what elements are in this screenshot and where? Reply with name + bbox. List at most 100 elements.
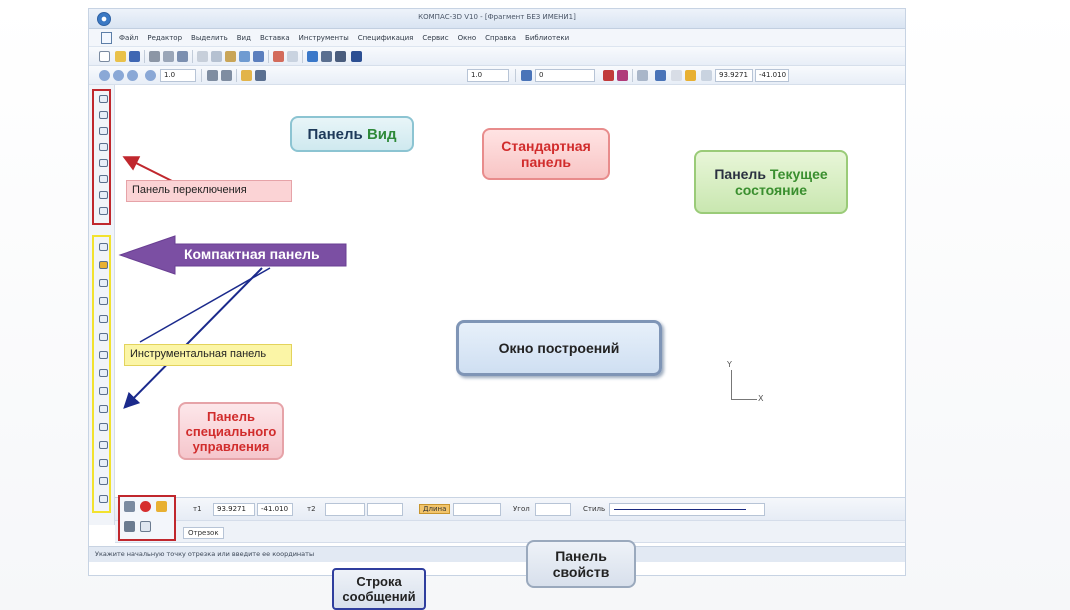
- cut-icon[interactable]: [197, 51, 208, 62]
- rectangle-tool-icon[interactable]: [99, 441, 108, 449]
- hatch-tool-icon[interactable]: [99, 477, 108, 485]
- menu-view[interactable]: Вид: [237, 34, 251, 42]
- t1-y-field[interactable]: -41.010: [257, 503, 293, 516]
- edit-tab-icon[interactable]: [99, 143, 108, 151]
- format-brush-icon[interactable]: [239, 51, 250, 62]
- print-icon[interactable]: [149, 51, 160, 62]
- angle-field[interactable]: [535, 503, 571, 516]
- polygon-tool-icon[interactable]: [99, 459, 108, 467]
- grid-view-icon[interactable]: [255, 70, 266, 81]
- params-tab-icon[interactable]: [99, 159, 108, 167]
- layer-icon[interactable]: [521, 70, 532, 81]
- variables-icon[interactable]: [335, 51, 346, 62]
- zoom-icon[interactable]: [99, 70, 110, 81]
- zoom-in-icon[interactable]: [113, 70, 124, 81]
- help-context-icon[interactable]: [140, 521, 151, 532]
- print-preview-icon[interactable]: [163, 51, 174, 62]
- tools-panel-frame: [92, 235, 111, 513]
- redo-icon[interactable]: [287, 51, 298, 62]
- arc-tool-icon[interactable]: [99, 315, 108, 323]
- cursor-x-field[interactable]: 93.9271: [715, 69, 753, 82]
- stop-icon[interactable]: [140, 501, 151, 512]
- measure-tab-icon[interactable]: [99, 175, 108, 183]
- pan-icon[interactable]: [207, 70, 218, 81]
- undo-icon[interactable]: [273, 51, 284, 62]
- length-field[interactable]: [453, 503, 501, 516]
- style-select[interactable]: [609, 503, 765, 516]
- zoom-value-field[interactable]: 1.0: [160, 69, 196, 82]
- t2-y-field[interactable]: [367, 503, 403, 516]
- geometry-tab-icon[interactable]: [99, 95, 108, 103]
- library-icon[interactable]: [321, 51, 332, 62]
- snapshot-icon[interactable]: [124, 521, 135, 532]
- grid-icon[interactable]: [637, 70, 648, 81]
- t1-label: т1: [193, 505, 202, 513]
- menu-window[interactable]: Окно: [458, 34, 477, 42]
- cursor-coords-icon[interactable]: [701, 70, 712, 81]
- layer-field[interactable]: 0: [535, 69, 595, 82]
- save-icon[interactable]: [129, 51, 140, 62]
- t2-x-field[interactable]: [325, 503, 365, 516]
- axis-x-label: X: [758, 394, 764, 403]
- step-field[interactable]: 1.0: [467, 69, 509, 82]
- round-icon[interactable]: [685, 70, 696, 81]
- coordinate-system-icon[interactable]: [655, 70, 666, 81]
- document-icon[interactable]: [101, 32, 112, 44]
- symbols-tab-icon[interactable]: [99, 127, 108, 135]
- bezier-tool-icon[interactable]: [99, 387, 108, 395]
- snap-icon[interactable]: [603, 70, 614, 81]
- fillet-tool-icon[interactable]: [99, 423, 108, 431]
- cursor-y-field[interactable]: -41.010: [755, 69, 789, 82]
- local-snap-icon[interactable]: [617, 70, 628, 81]
- angle-label[interactable]: Угол: [513, 505, 530, 513]
- view-and-state-toolbar: 1.0 1.0 0 93.9271 -41.010: [89, 66, 905, 85]
- manager-icon[interactable]: [307, 51, 318, 62]
- select-tab-icon[interactable]: [99, 191, 108, 199]
- separator: [515, 69, 516, 82]
- menu-tools[interactable]: Инструменты: [299, 34, 349, 42]
- menu-items: Файл Редактор Выделить Вид Вставка Инстр…: [119, 34, 569, 42]
- help-icon[interactable]: [351, 51, 362, 62]
- spline-tool-icon[interactable]: [99, 351, 108, 359]
- t1-x-field[interactable]: 93.9271: [213, 503, 255, 516]
- ellipse-tool-icon[interactable]: [99, 333, 108, 341]
- new-document-icon[interactable]: [99, 51, 110, 62]
- menu-insert[interactable]: Вставка: [260, 34, 290, 42]
- chamfer-tool-icon[interactable]: [99, 405, 108, 413]
- properties-icon[interactable]: [177, 51, 188, 62]
- menu-service[interactable]: Сервис: [422, 34, 448, 42]
- menu-libraries[interactable]: Библиотеки: [525, 34, 569, 42]
- open-folder-icon[interactable]: [115, 51, 126, 62]
- copy-icon[interactable]: [211, 51, 222, 62]
- polyline-tool-icon[interactable]: [99, 369, 108, 377]
- length-label[interactable]: Длина: [419, 504, 451, 514]
- create-object-icon[interactable]: [156, 501, 167, 512]
- menu-edit[interactable]: Редактор: [147, 34, 182, 42]
- dimensions-tab-icon[interactable]: [99, 111, 108, 119]
- point-tool-icon[interactable]: [99, 243, 108, 251]
- paste-icon[interactable]: [225, 51, 236, 62]
- menu-select[interactable]: Выделить: [191, 34, 228, 42]
- style-label: Стиль: [583, 505, 606, 513]
- menu-help[interactable]: Справка: [485, 34, 516, 42]
- table-icon[interactable]: [253, 51, 264, 62]
- auto-create-icon[interactable]: [124, 501, 135, 512]
- menu-file[interactable]: Файл: [119, 34, 138, 42]
- messages-callout: Строка сообщений: [332, 568, 426, 610]
- ortho-icon[interactable]: [671, 70, 682, 81]
- tab-segment[interactable]: Отрезок: [183, 527, 224, 539]
- aux-line-tool-icon[interactable]: [99, 279, 108, 287]
- menu-specification[interactable]: Спецификация: [358, 34, 414, 42]
- zoom-out-icon[interactable]: [127, 70, 138, 81]
- spec-tab-icon[interactable]: [99, 207, 108, 215]
- menu-bar: Файл Редактор Выделить Вид Вставка Инстр…: [89, 29, 905, 47]
- compact-panel-label: Компактная панель: [184, 246, 320, 262]
- special-panel-callout: Панель специального управления: [178, 402, 284, 460]
- zoom-factor-icon[interactable]: [145, 70, 156, 81]
- view-panel-callout: Панель Вид: [290, 116, 414, 152]
- circle-tool-icon[interactable]: [99, 297, 108, 305]
- segment-tool-icon[interactable]: [99, 261, 108, 269]
- contour-tool-icon[interactable]: [99, 495, 108, 503]
- show-all-icon[interactable]: [221, 70, 232, 81]
- refresh-icon[interactable]: [241, 70, 252, 81]
